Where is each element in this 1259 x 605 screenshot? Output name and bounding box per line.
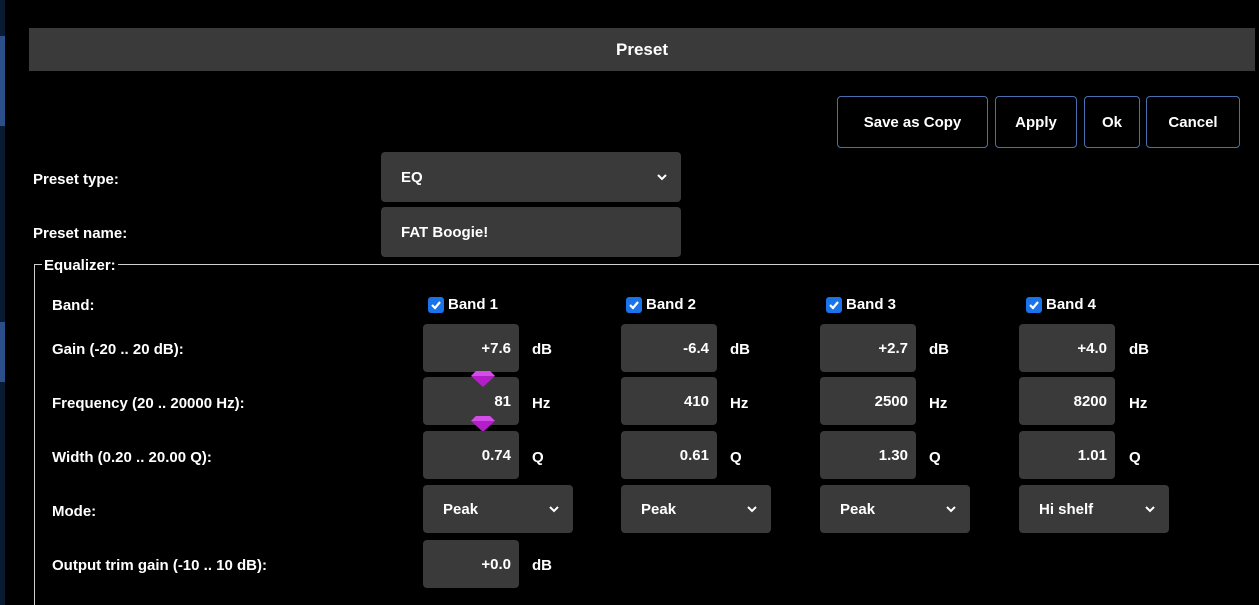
left-edge-mark (0, 322, 5, 382)
preset-name-label: Preset name: (33, 225, 128, 242)
mode-row-label: Mode: (52, 503, 97, 520)
band-4-frequency-input[interactable]: 8200 (1019, 377, 1115, 425)
gain-row-label: Gain (-20 .. 20 dB): (52, 341, 184, 358)
band-2-checkbox[interactable]: Band 2 (626, 296, 696, 313)
band-3-width-unit: Q (929, 449, 941, 466)
band-4-width-input[interactable]: 1.01 (1019, 431, 1115, 479)
chevron-down-icon (747, 504, 757, 514)
preset-type-value: EQ (401, 168, 423, 186)
band-1-gain-input[interactable]: +7.6 (423, 324, 519, 372)
band-2-mode-value: Peak (641, 500, 677, 518)
dialog-title: Preset (29, 28, 1255, 71)
ok-button[interactable]: Ok (1084, 96, 1140, 148)
chevron-down-icon (657, 172, 667, 182)
band-row-label: Band: (52, 297, 95, 314)
width-row-label: Width (0.20 .. 20.00 Q): (52, 449, 212, 466)
band-3-checkbox[interactable]: Band 3 (826, 296, 896, 313)
band-4-mode-value: Hi shelf (1039, 500, 1094, 518)
band-2-width-unit: Q (730, 449, 742, 466)
band-3-label: Band 3 (846, 296, 897, 313)
band-4-gain-unit: dB (1129, 341, 1149, 358)
band-2-label: Band 2 (646, 296, 697, 313)
band-2-mode-select[interactable]: Peak (621, 485, 771, 533)
band-4-frequency-unit: Hz (1129, 395, 1148, 412)
band-1-frequency-unit: Hz (532, 395, 551, 412)
band-4-label: Band 4 (1046, 296, 1097, 313)
band-3-frequency-input[interactable]: 2500 (820, 377, 916, 425)
preset-type-select[interactable]: EQ (381, 152, 681, 202)
band-1-mode-select[interactable]: Peak (423, 485, 573, 533)
output-trim-row-label: Output trim gain (-10 .. 10 dB): (52, 557, 268, 574)
chevron-down-icon (549, 504, 559, 514)
band-2-frequency-input[interactable]: 410 (621, 377, 717, 425)
band-2-gain-input[interactable]: -6.4 (621, 324, 717, 372)
output-trim-unit: dB (532, 557, 552, 574)
band-1-gain-unit: dB (532, 341, 552, 358)
band-2-gain-unit: dB (730, 341, 750, 358)
apply-button[interactable]: Apply (995, 96, 1077, 148)
band-4-width-unit: Q (1129, 449, 1141, 466)
band-1-mode-value: Peak (443, 500, 479, 518)
band-4-gain-input[interactable]: +4.0 (1019, 324, 1115, 372)
equalizer-legend: Equalizer: (42, 257, 118, 274)
band-1-checkbox[interactable]: Band 1 (428, 296, 498, 313)
band-3-gain-unit: dB (929, 341, 949, 358)
check-icon (626, 296, 642, 313)
chevron-down-icon (1145, 504, 1155, 514)
save-as-copy-button[interactable]: Save as Copy (837, 96, 988, 148)
band-3-width-input[interactable]: 1.30 (820, 431, 916, 479)
band-4-checkbox[interactable]: Band 4 (1026, 296, 1096, 313)
left-edge-mark (0, 36, 5, 126)
output-trim-input[interactable]: +0.0 (423, 540, 519, 588)
cancel-button[interactable]: Cancel (1146, 96, 1240, 148)
check-icon (1026, 296, 1042, 313)
check-icon (826, 296, 842, 313)
left-edge-strip (0, 0, 5, 605)
preset-type-label: Preset type: (33, 171, 119, 188)
band-2-frequency-unit: Hz (730, 395, 749, 412)
band-3-mode-select[interactable]: Peak (820, 485, 970, 533)
frequency-row-label: Frequency (20 .. 20000 Hz): (52, 395, 245, 412)
band-1-width-input[interactable]: 0.74 (423, 431, 519, 479)
band-3-mode-value: Peak (840, 500, 876, 518)
band-2-width-input[interactable]: 0.61 (621, 431, 717, 479)
preset-name-input[interactable]: FAT Boogie! (381, 207, 681, 257)
band-1-label: Band 1 (448, 296, 499, 313)
chevron-down-icon (946, 504, 956, 514)
band-3-gain-input[interactable]: +2.7 (820, 324, 916, 372)
band-3-frequency-unit: Hz (929, 395, 948, 412)
band-4-mode-select[interactable]: Hi shelf (1019, 485, 1169, 533)
band-1-width-unit: Q (532, 449, 544, 466)
check-icon (428, 296, 444, 313)
diamond-marker-icon[interactable] (471, 371, 495, 392)
